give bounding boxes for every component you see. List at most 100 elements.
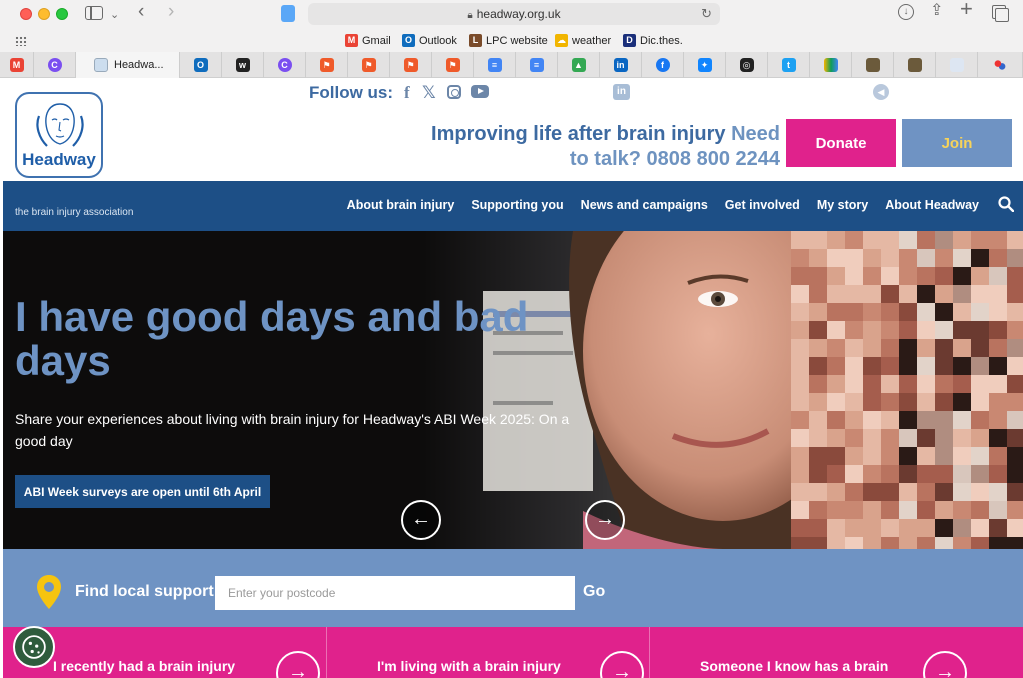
pixel-tile xyxy=(827,411,845,429)
pixel-tile xyxy=(935,267,953,285)
pixel-tile xyxy=(881,339,899,357)
headway-logo[interactable]: Headway xyxy=(15,92,103,178)
tab-flag-3[interactable]: ⚑ xyxy=(390,52,432,78)
tab-instagram[interactable]: ◎ xyxy=(726,52,768,78)
close-window-button[interactable] xyxy=(20,8,32,20)
carousel-next-button[interactable]: → xyxy=(585,500,625,540)
pixel-tile xyxy=(971,537,989,549)
tab-chrome[interactable]: C xyxy=(34,52,76,78)
pixel-tile xyxy=(899,429,917,447)
zoom-window-button[interactable] xyxy=(56,8,68,20)
instagram-icon[interactable] xyxy=(447,85,461,99)
nav-supporting-you[interactable]: Supporting you xyxy=(471,198,563,212)
tab-photo-2[interactable] xyxy=(894,52,936,78)
bookmark-label: Dic.thes. xyxy=(640,34,683,47)
pixel-tile xyxy=(953,339,971,357)
tab-flag-4[interactable]: ⚑ xyxy=(432,52,474,78)
tab-flag-2[interactable]: ⚑ xyxy=(348,52,390,78)
tab-docs-2[interactable]: ≡ xyxy=(516,52,558,78)
arrow-right-icon[interactable]: → xyxy=(923,651,967,678)
tab-bluesky[interactable]: ✦ xyxy=(684,52,726,78)
pixel-tile xyxy=(1007,303,1023,321)
tab-page[interactable] xyxy=(936,52,978,78)
pixel-tile xyxy=(809,501,827,519)
pixel-tile xyxy=(971,519,989,537)
logo-subtitle: the brain injury association xyxy=(15,207,134,218)
tab-twitter[interactable]: t xyxy=(768,52,810,78)
tab-chrome-2[interactable]: C xyxy=(264,52,306,78)
pixel-tile xyxy=(863,267,881,285)
tab-headway[interactable]: Headwa... xyxy=(76,52,180,78)
pixel-tile xyxy=(809,339,827,357)
chevron-down-icon[interactable]: ⌄ xyxy=(110,7,119,23)
tab-gmail[interactable]: M xyxy=(0,52,34,78)
x-icon[interactable]: 𝕏 xyxy=(422,83,436,103)
tab-facebook[interactable]: f xyxy=(642,52,684,78)
tab-dots[interactable] xyxy=(978,52,1023,78)
bookmark-gmail[interactable]: M Gmail xyxy=(345,34,391,47)
pathway-someone-i-know[interactable]: Someone I know has a brain → xyxy=(649,627,1023,678)
pathway-living-with-injury[interactable]: I'm living with a brain injury → xyxy=(326,627,649,678)
download-icon[interactable]: ↓ xyxy=(898,4,914,20)
donate-button[interactable]: Donate xyxy=(786,119,896,167)
cookie-settings-icon[interactable] xyxy=(13,626,55,668)
helpline-phone[interactable]: to talk? 0808 800 2244 xyxy=(570,148,780,171)
pixel-tile xyxy=(899,411,917,429)
minimize-window-button[interactable] xyxy=(38,8,50,20)
pixel-tile xyxy=(989,465,1007,483)
nav-about-brain-injury[interactable]: About brain injury xyxy=(347,198,455,212)
bookmark-outlook[interactable]: O Outlook xyxy=(402,34,457,47)
postcode-go-button[interactable]: Go xyxy=(583,583,605,601)
youtube-icon[interactable] xyxy=(471,85,489,98)
abi-week-survey-button[interactable]: ABI Week surveys are open until 6th Apri… xyxy=(15,475,270,508)
pixel-tile xyxy=(845,249,863,267)
search-icon[interactable] xyxy=(998,196,1014,212)
browser-titlebar: ⌄ ‹ › 🔒︎ headway.org.uk ↻ ↓ ⇪ + xyxy=(0,0,1023,30)
tab-linkedin[interactable]: in xyxy=(600,52,642,78)
pixel-tile xyxy=(917,285,935,303)
tab-overview-icon[interactable] xyxy=(992,5,1009,22)
nav-items: About brain injury Supporting you News a… xyxy=(347,198,979,212)
nav-get-involved[interactable]: Get involved xyxy=(725,198,800,212)
tab-outlook[interactable]: O xyxy=(180,52,222,78)
arrow-right-icon[interactable]: → xyxy=(600,651,644,678)
nav-my-story[interactable]: My story xyxy=(817,198,868,212)
new-tab-icon[interactable]: + xyxy=(960,0,973,20)
hero-banner: I have good days and bad days Share your… xyxy=(3,231,1023,549)
back-arrow-icon[interactable]: ‹ xyxy=(138,2,144,21)
flag-icon: ⚑ xyxy=(319,58,334,72)
pixel-tile xyxy=(971,483,989,501)
address-bar[interactable]: 🔒︎ headway.org.uk ↻ xyxy=(308,3,720,25)
bookmark-dictionary[interactable]: D Dic.thes. xyxy=(623,34,683,47)
tab-multicolor[interactable] xyxy=(810,52,852,78)
postcode-input[interactable] xyxy=(215,576,575,610)
nav-about-headway[interactable]: About Headway xyxy=(885,198,979,212)
pixel-tile xyxy=(881,231,899,249)
pixel-tile xyxy=(899,393,917,411)
linkedin-icon[interactable]: in xyxy=(613,84,630,100)
tab-docs-1[interactable]: ≡ xyxy=(474,52,516,78)
pixel-tile xyxy=(953,249,971,267)
tab-photo-1[interactable] xyxy=(852,52,894,78)
grid-icon[interactable] xyxy=(15,36,27,46)
sidebar-toggle-icon[interactable] xyxy=(85,6,103,20)
reload-icon[interactable]: ↻ xyxy=(701,6,712,22)
pixel-tile xyxy=(953,501,971,519)
carousel-prev-button[interactable]: ← xyxy=(401,500,441,540)
web-page: Follow us: f 𝕏 in ◀ Improving life after… xyxy=(3,78,1023,678)
arrow-right-icon[interactable]: → xyxy=(276,651,320,678)
pixel-tile xyxy=(863,249,881,267)
join-button[interactable]: Join xyxy=(902,119,1012,167)
share-icon[interactable]: ⇪ xyxy=(930,3,943,19)
tab-flag-1[interactable]: ⚑ xyxy=(306,52,348,78)
pixel-tile xyxy=(917,519,935,537)
bookmark-lpc[interactable]: L LPC website xyxy=(469,34,548,47)
tab-we[interactable]: w xyxy=(222,52,264,78)
forward-arrow-icon[interactable]: › xyxy=(168,2,174,21)
facebook-icon[interactable]: f xyxy=(404,83,410,103)
social-extra-icon[interactable]: ◀ xyxy=(873,84,889,100)
pixel-tile xyxy=(791,429,809,447)
nav-news-and-campaigns[interactable]: News and campaigns xyxy=(581,198,708,212)
bookmark-weather[interactable]: ☁ weather xyxy=(555,34,611,47)
tab-drive[interactable]: ▲ xyxy=(558,52,600,78)
